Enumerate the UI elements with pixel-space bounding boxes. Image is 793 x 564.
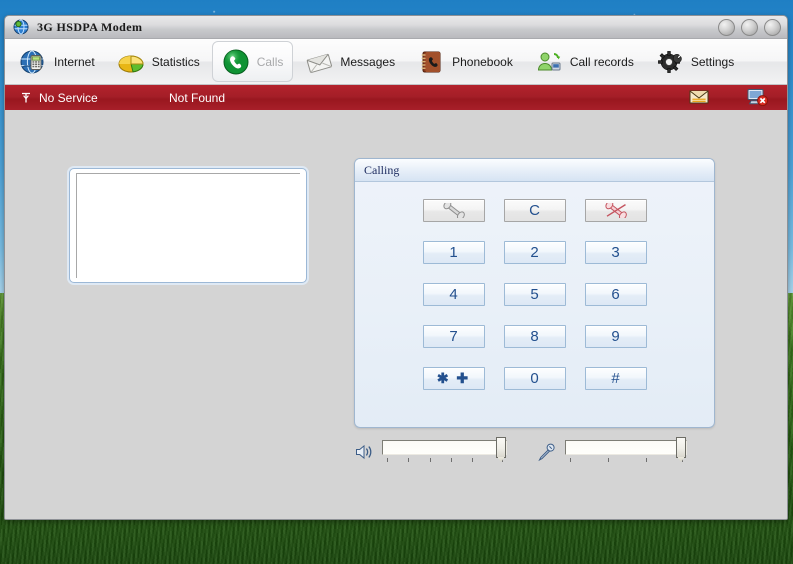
tab-call-records[interactable]: Call records bbox=[525, 41, 644, 82]
tab-messages-label: Messages bbox=[340, 54, 396, 69]
speaker-volume-icon bbox=[354, 442, 374, 462]
tab-call-records-label: Call records bbox=[569, 54, 634, 69]
hangup-button[interactable] bbox=[584, 199, 647, 222]
hangup-phone-icon bbox=[604, 203, 627, 218]
call-button[interactable] bbox=[422, 199, 485, 222]
microphone-slider-groove bbox=[565, 440, 687, 455]
pie-chart-icon bbox=[117, 48, 145, 76]
key-7[interactable]: 7 bbox=[422, 325, 485, 348]
content-area: Calling C 1 2 3 4 5 6 7 8 9 ✱ ✚ 0 # bbox=[5, 110, 787, 519]
key-6[interactable]: 6 bbox=[584, 283, 647, 306]
tab-calls-label: Calls bbox=[256, 54, 284, 69]
tab-internet[interactable]: Internet bbox=[9, 41, 105, 82]
gear-wrench-icon bbox=[656, 48, 684, 76]
speaker-volume-slider[interactable] bbox=[382, 437, 507, 465]
microphone-slider-group bbox=[537, 437, 687, 465]
close-button[interactable] bbox=[764, 19, 781, 36]
maximize-button[interactable] bbox=[741, 19, 758, 36]
key-hash[interactable]: # bbox=[584, 367, 647, 390]
audio-sliders bbox=[354, 435, 715, 469]
title-bar[interactable]: 3G HSDPA Modem bbox=[5, 16, 787, 39]
speaker-slider-groove bbox=[382, 440, 507, 455]
tab-statistics[interactable]: Statistics bbox=[107, 41, 210, 82]
tab-settings[interactable]: Settings bbox=[646, 41, 744, 82]
status-icons bbox=[689, 88, 769, 109]
window-title: 3G HSDPA Modem bbox=[37, 19, 143, 34]
calling-panel: Calling C 1 2 3 4 5 6 7 8 9 ✱ ✚ 0 # bbox=[354, 158, 715, 428]
disconnected-pc-icon[interactable] bbox=[747, 88, 769, 109]
number-display-box[interactable] bbox=[69, 168, 307, 283]
tab-messages[interactable]: Messages bbox=[295, 41, 405, 82]
dial-keypad: C 1 2 3 4 5 6 7 8 9 ✱ ✚ 0 # bbox=[355, 182, 714, 390]
key-5[interactable]: 5 bbox=[503, 283, 566, 306]
network-status-label: No Service bbox=[39, 91, 98, 105]
clear-button[interactable]: C bbox=[503, 199, 566, 222]
microphone-icon bbox=[537, 442, 557, 462]
key-1[interactable]: 1 bbox=[422, 241, 485, 264]
key-0[interactable]: 0 bbox=[503, 367, 566, 390]
main-toolbar: Internet Statistics Calls Messages Phone… bbox=[5, 39, 787, 85]
tab-phonebook[interactable]: Phonebook bbox=[407, 41, 523, 82]
tab-calls[interactable]: Calls bbox=[211, 41, 294, 82]
tab-settings-label: Settings bbox=[690, 54, 735, 69]
key-8[interactable]: 8 bbox=[503, 325, 566, 348]
key-9[interactable]: 9 bbox=[584, 325, 647, 348]
key-4[interactable]: 4 bbox=[422, 283, 485, 306]
key-3[interactable]: 3 bbox=[584, 241, 647, 264]
microphone-slider-ticks bbox=[565, 458, 687, 463]
green-phone-icon bbox=[222, 48, 250, 76]
tab-internet-label: Internet bbox=[54, 54, 95, 69]
phone-handset-icon bbox=[442, 203, 465, 218]
speaker-slider-thumb[interactable] bbox=[496, 437, 506, 458]
microphone-slider-thumb[interactable] bbox=[676, 437, 686, 458]
tab-phonebook-label: Phonebook bbox=[452, 54, 513, 69]
key-2[interactable]: 2 bbox=[503, 241, 566, 264]
globe-modem-icon bbox=[13, 19, 29, 35]
antenna-no-signal-icon bbox=[19, 91, 33, 105]
window-controls bbox=[718, 19, 781, 36]
speaker-slider-group bbox=[354, 437, 507, 465]
envelope-icon bbox=[305, 48, 333, 76]
status-bar: No Service Not Found bbox=[5, 85, 787, 112]
microphone-volume-slider[interactable] bbox=[565, 437, 687, 465]
contacts-sync-icon bbox=[535, 48, 563, 76]
minimize-button[interactable] bbox=[718, 19, 735, 36]
tab-statistics-label: Statistics bbox=[151, 54, 200, 69]
provider-label: Not Found bbox=[169, 91, 226, 105]
speaker-slider-ticks bbox=[382, 458, 507, 463]
globe-internet-icon bbox=[19, 48, 47, 76]
new-message-icon[interactable] bbox=[689, 89, 709, 108]
address-book-icon bbox=[417, 48, 445, 76]
key-star-plus[interactable]: ✱ ✚ bbox=[422, 367, 485, 390]
application-window: 3G HSDPA Modem Internet Statistics Calls… bbox=[4, 15, 788, 520]
calling-panel-title: Calling bbox=[355, 159, 714, 182]
number-input[interactable] bbox=[76, 173, 300, 278]
